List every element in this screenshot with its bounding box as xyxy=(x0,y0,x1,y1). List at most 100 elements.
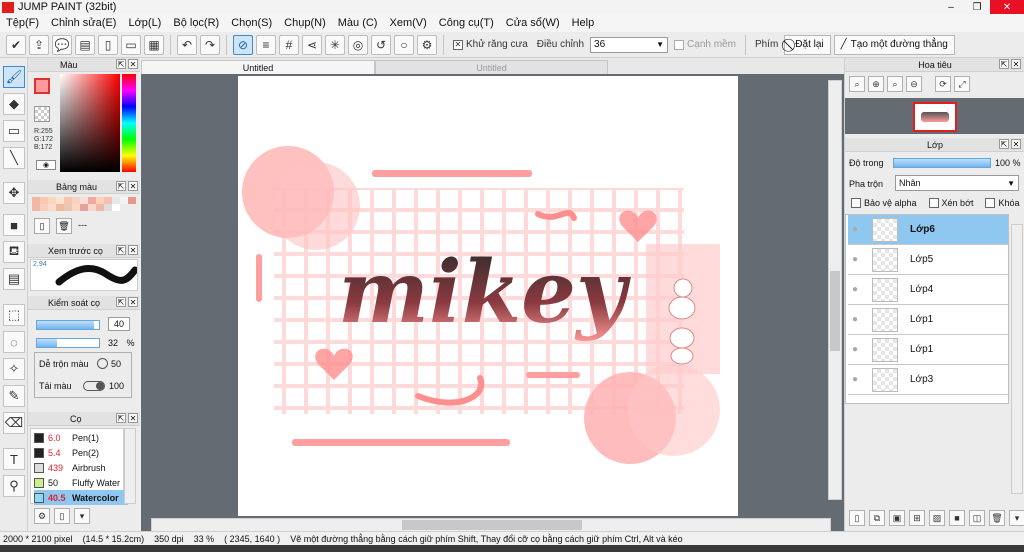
transparent-swatch[interactable] xyxy=(34,106,50,122)
circle-snap-icon[interactable]: ○ xyxy=(394,34,414,55)
clip-checkbox[interactable] xyxy=(928,198,939,208)
close-panel-icon[interactable]: ✕ xyxy=(128,181,138,191)
color-square[interactable] xyxy=(60,74,120,172)
brush-opacity-slider[interactable] xyxy=(36,338,100,348)
close-panel-icon[interactable]: ✕ xyxy=(128,297,138,307)
select-eraser-tool-icon[interactable]: ⌫ xyxy=(3,412,25,434)
brush-list-scrollbar[interactable] xyxy=(124,428,136,504)
float-icon[interactable]: ⇱ xyxy=(999,139,1009,149)
close-panel-icon[interactable]: ✕ xyxy=(128,59,138,69)
layer-row[interactable]: ● Lớp3 xyxy=(848,365,1008,395)
close-button[interactable]: ✕ xyxy=(990,0,1024,14)
undo-icon[interactable]: ↶ xyxy=(177,34,197,55)
zoom-actual-icon[interactable]: ⌕ xyxy=(887,76,903,92)
float-icon[interactable]: ⇱ xyxy=(116,245,126,255)
menu-select[interactable]: Chọn(S) xyxy=(225,17,278,29)
layer-opacity-slider[interactable] xyxy=(893,158,991,168)
eyedropper-tool-icon[interactable]: ⚲ xyxy=(3,475,25,497)
visibility-icon[interactable]: ● xyxy=(848,254,862,265)
tab-untitled-inactive[interactable]: Untitled xyxy=(375,60,608,74)
maximize-button[interactable]: ❐ xyxy=(964,0,990,14)
fill-rect-tool-icon[interactable]: ■ xyxy=(3,214,25,236)
rotate-icon[interactable]: ⟳ xyxy=(935,76,951,92)
brush-menu-icon[interactable]: ▾ xyxy=(74,508,90,524)
brush-item[interactable]: 6.0 Pen(1) xyxy=(34,430,128,445)
menu-color[interactable]: Màu (C) xyxy=(332,17,384,29)
lock-toggle[interactable]: Khóa xyxy=(985,198,1020,208)
blend-select[interactable]: Nhân ▼ xyxy=(895,175,1019,191)
delete-layer-icon[interactable]: 🗑 xyxy=(989,510,1005,526)
copy-layer-icon[interactable]: ⧉ xyxy=(869,510,885,526)
layer-mask-icon[interactable]: ◫ xyxy=(969,510,985,526)
halftone-layer-icon[interactable]: ▨ xyxy=(929,510,945,526)
zoom-out-icon[interactable]: ⊖ xyxy=(906,76,922,92)
navigator-preview[interactable] xyxy=(845,98,1024,134)
close-panel-icon[interactable]: ✕ xyxy=(1011,59,1021,69)
gradient-tool-icon[interactable]: ▤ xyxy=(3,268,25,290)
lasso-tool-icon[interactable]: ◌ xyxy=(3,331,25,353)
vanishing-point-icon[interactable]: ⋖ xyxy=(302,34,322,55)
eraser-tool-icon[interactable]: ◆ xyxy=(3,93,25,115)
horizontal-scroll-thumb[interactable] xyxy=(402,520,582,530)
adjust-select[interactable]: 36 ▼ xyxy=(590,36,669,53)
vertical-scroll-thumb[interactable] xyxy=(830,271,840,351)
primary-color-swatch[interactable] xyxy=(34,78,50,94)
visibility-icon[interactable]: ● xyxy=(848,314,862,325)
layer-row-selected[interactable]: ● Lớp6 xyxy=(848,215,1008,245)
float-icon[interactable]: ⇱ xyxy=(116,297,126,307)
redo-icon[interactable]: ↷ xyxy=(200,34,220,55)
zoom-fit-icon[interactable]: ⌕ xyxy=(849,76,865,92)
zoom-in-icon[interactable]: ⊕ xyxy=(868,76,884,92)
menu-edit[interactable]: Chỉnh sửa(E) xyxy=(45,17,122,29)
protect-alpha-toggle[interactable]: Bảo vệ alpha xyxy=(851,198,917,208)
menu-view[interactable]: Xem(V) xyxy=(383,17,432,29)
grid-layout-icon[interactable]: ▦ xyxy=(144,34,164,55)
lock-checkbox[interactable] xyxy=(985,198,996,208)
new-layer-set-icon[interactable]: ▣ xyxy=(889,510,905,526)
float-icon[interactable]: ⇱ xyxy=(999,59,1009,69)
tab-untitled-active[interactable]: Untitled xyxy=(141,60,375,74)
brush-item-selected[interactable]: 40.5 Watercolor xyxy=(34,490,128,505)
float-icon[interactable]: ⇱ xyxy=(116,59,126,69)
snap-off-icon[interactable]: ⊘ xyxy=(233,34,253,55)
menu-file[interactable]: Tệp(F) xyxy=(0,17,45,29)
folder-icon[interactable]: ■ xyxy=(949,510,965,526)
message-icon[interactable]: ▤ xyxy=(75,34,95,55)
close-panel-icon[interactable]: ✕ xyxy=(1011,139,1021,149)
brush-size-slider[interactable] xyxy=(36,320,100,330)
load-toggle[interactable] xyxy=(83,381,105,391)
visibility-icon[interactable]: ● xyxy=(848,224,862,235)
brush-size-input[interactable]: 40 xyxy=(108,317,130,331)
menu-help[interactable]: Help xyxy=(566,17,601,29)
brush-item[interactable]: 50 Fluffy Water xyxy=(34,475,128,490)
page-icon[interactable]: ▭ xyxy=(121,34,141,55)
layer-row[interactable]: ● Lớp1 xyxy=(848,335,1008,365)
float-icon[interactable]: ⇱ xyxy=(116,181,126,191)
text-tool-icon[interactable]: T xyxy=(3,448,25,470)
antialias-toggle[interactable]: ✕ Khử răng cưa xyxy=(450,39,531,50)
rectangle-tool-icon[interactable]: ▭ xyxy=(3,120,25,142)
float-icon[interactable]: ⇱ xyxy=(116,413,126,423)
menu-capture[interactable]: Chụp(N) xyxy=(278,17,332,29)
settings-snap-icon[interactable]: ⚙ xyxy=(417,34,437,55)
delete-swatch-icon[interactable]: 🗑 xyxy=(56,218,72,234)
horizontal-scrollbar[interactable] xyxy=(151,518,831,532)
document-icon[interactable]: ▯ xyxy=(98,34,118,55)
menu-filter[interactable]: Bộ lọc(R) xyxy=(167,17,225,29)
layer-row[interactable]: ● Lớp4 xyxy=(848,275,1008,305)
parallel-lines-icon[interactable]: ≡ xyxy=(256,34,276,55)
rect-select-tool-icon[interactable]: ⬚ xyxy=(3,304,25,326)
crosshatch-icon[interactable]: # xyxy=(279,34,299,55)
layer-list-scrollbar[interactable] xyxy=(1011,224,1023,494)
palette-swatches[interactable] xyxy=(32,197,136,211)
hue-slider[interactable] xyxy=(122,74,136,172)
close-panel-icon[interactable]: ✕ xyxy=(128,245,138,255)
brush-item[interactable]: 439 Airbrush xyxy=(34,460,128,475)
brush-settings-icon[interactable]: ⚙ xyxy=(34,508,50,524)
layer-menu-icon[interactable]: ▾ xyxy=(1009,510,1024,526)
camera-icon[interactable]: ◉ xyxy=(36,160,56,170)
layer-row[interactable]: ● Lớp1 xyxy=(848,305,1008,335)
close-panel-icon[interactable]: ✕ xyxy=(128,413,138,423)
merge-layer-icon[interactable]: ⊞ xyxy=(909,510,925,526)
flip-icon[interactable]: ⤢ xyxy=(954,76,970,92)
